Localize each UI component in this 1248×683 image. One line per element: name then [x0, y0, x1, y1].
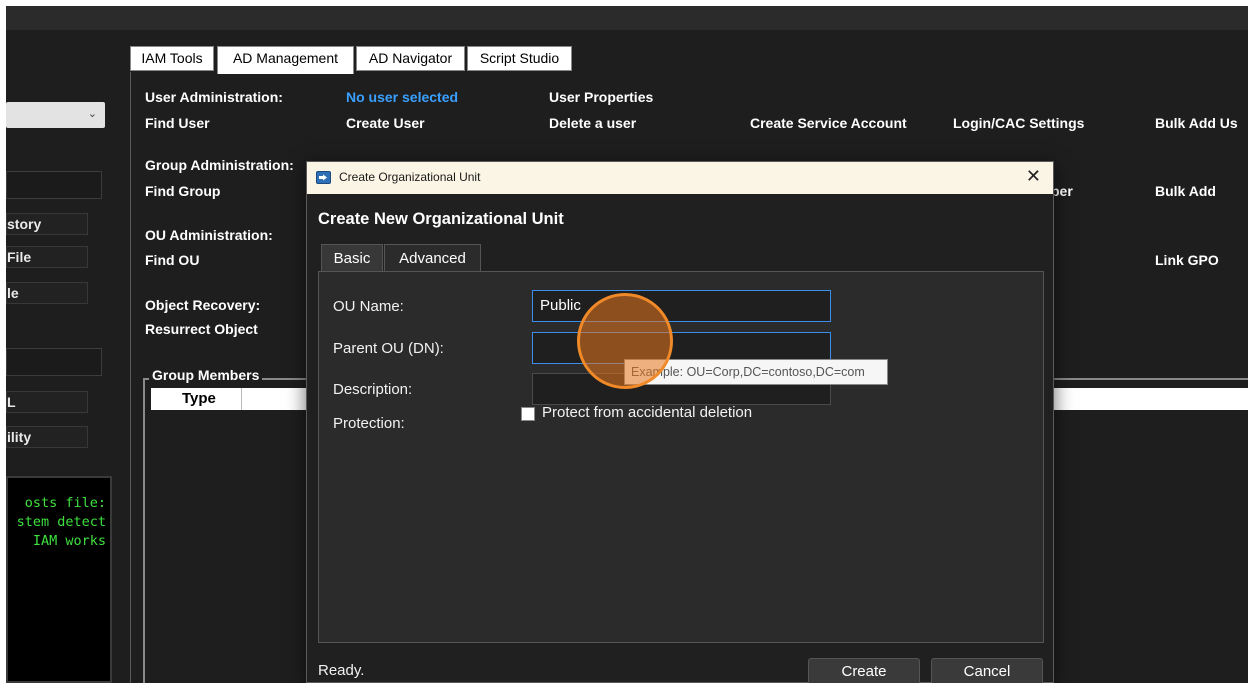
ou-name-label: OU Name: [333, 298, 404, 315]
tab-script-studio[interactable]: Script Studio [467, 46, 572, 71]
left-sidebar: ⌄ story File le L ility osts file: stem … [6, 30, 126, 683]
sidebar-button-file[interactable]: File [6, 246, 88, 268]
chevron-down-icon: ⌄ [87, 108, 97, 120]
tab-ad-management[interactable]: AD Management [217, 46, 354, 74]
group-member-link[interactable]: ber [1051, 183, 1073, 199]
login-cac-settings-link[interactable]: Login/CAC Settings [953, 115, 1084, 131]
tab-ad-navigator[interactable]: AD Navigator [356, 46, 465, 71]
create-service-account-link[interactable]: Create Service Account [750, 115, 907, 131]
ou-admin-heading: OU Administration: [145, 227, 273, 243]
window-titlebar [6, 6, 1248, 30]
description-label: Description: [333, 381, 413, 398]
parent-ou-tooltip: Example: OU=Corp,DC=contoso,DC=com [624, 359, 888, 385]
protection-label: Protection: [333, 415, 405, 432]
basic-tab-body: OU Name: Public Parent OU (DN): Descript… [318, 271, 1044, 643]
tab-iam-tools[interactable]: IAM Tools [130, 46, 214, 71]
ou-name-input[interactable]: Public [532, 290, 831, 322]
create-button[interactable]: Create [808, 658, 920, 683]
column-separator[interactable] [241, 388, 242, 410]
find-ou-link[interactable]: Find OU [145, 252, 199, 268]
console-line: stem detect [16, 514, 106, 530]
sidebar-combobox[interactable]: ⌄ [6, 102, 105, 128]
tab-advanced[interactable]: Advanced [384, 244, 481, 272]
group-members-title: Group Members [149, 367, 263, 383]
find-group-link[interactable]: Find Group [145, 183, 220, 199]
dialog-heading: Create New Organizational Unit [318, 210, 564, 228]
bulk-add-users-link[interactable]: Bulk Add Us [1155, 115, 1238, 131]
selected-user-status: No user selected [346, 89, 459, 105]
sidebar-input[interactable] [6, 171, 102, 199]
parent-ou-label: Parent OU (DN): [333, 340, 444, 357]
column-header-type[interactable]: Type [182, 390, 216, 407]
status-text: Ready. [318, 662, 365, 679]
sidebar-button-utility[interactable]: ility [6, 426, 88, 448]
tab-basic[interactable]: Basic [321, 244, 383, 272]
create-ou-dialog: Create Organizational Unit ✕ Create New … [306, 161, 1054, 683]
user-properties-link[interactable]: User Properties [549, 89, 653, 105]
bulk-add-group-link[interactable]: Bulk Add [1155, 183, 1216, 199]
sidebar-button-l[interactable]: L [6, 391, 88, 413]
protect-checkbox[interactable] [521, 407, 535, 421]
user-admin-heading: User Administration: [145, 89, 283, 105]
create-user-link[interactable]: Create User [346, 115, 425, 131]
sidebar-button-le[interactable]: le [6, 282, 88, 304]
protect-checkbox-label[interactable]: Protect from accidental deletion [542, 404, 752, 421]
group-admin-heading: Group Administration: [145, 157, 294, 173]
console-line: IAM works [32, 533, 106, 549]
console-line: osts file: [24, 495, 106, 511]
cancel-button[interactable]: Cancel [931, 658, 1043, 683]
app-icon [316, 171, 331, 184]
dialog-titlebar: Create Organizational Unit ✕ [307, 162, 1053, 194]
sidebar-input-2[interactable] [6, 348, 102, 376]
dialog-title: Create Organizational Unit [339, 170, 481, 184]
delete-user-link[interactable]: Delete a user [549, 115, 636, 131]
close-icon[interactable]: ✕ [1026, 166, 1041, 187]
object-recovery-heading: Object Recovery: [145, 297, 261, 313]
resurrect-object-link[interactable]: Resurrect Object [145, 321, 258, 337]
sidebar-button-history[interactable]: story [6, 213, 88, 235]
link-gpo-link[interactable]: Link GPO [1155, 252, 1219, 268]
find-user-link[interactable]: Find User [145, 115, 210, 131]
console-output: osts file: stem detect IAM works [6, 476, 112, 683]
